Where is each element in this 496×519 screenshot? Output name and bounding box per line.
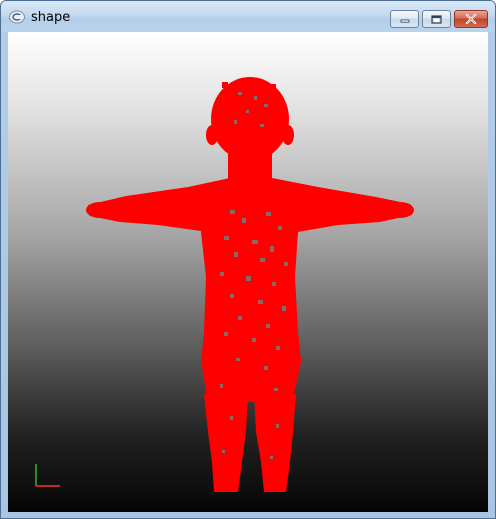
maximize-button[interactable] xyxy=(422,10,451,28)
minimize-icon xyxy=(400,19,409,23)
window-title: shape xyxy=(31,10,71,25)
app-window: shape xyxy=(0,0,496,519)
maximize-icon xyxy=(431,14,442,24)
title-bar[interactable]: shape xyxy=(1,1,495,32)
axis-indicator xyxy=(35,464,60,487)
human-shape-model xyxy=(86,77,414,492)
render-viewport[interactable] xyxy=(8,32,488,512)
app-window-icon xyxy=(9,10,25,24)
close-button[interactable] xyxy=(454,10,488,28)
minimize-button[interactable] xyxy=(390,10,419,28)
close-icon xyxy=(465,14,477,24)
